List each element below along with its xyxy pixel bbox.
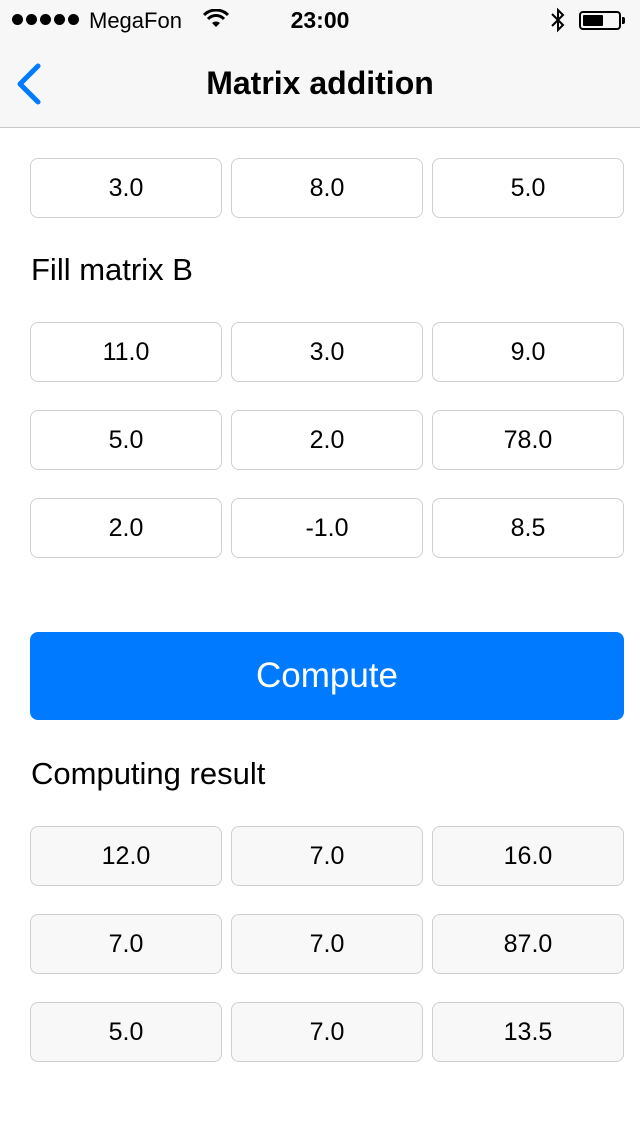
result-cell: 87.0 — [432, 914, 624, 974]
matrix-b-heading: Fill matrix B — [31, 252, 193, 287]
matrix-b-cell[interactable]: 2.0 — [231, 410, 423, 470]
result-cell: 13.5 — [432, 1002, 624, 1062]
status-bar: MegaFon 23:00 — [0, 0, 640, 40]
result-cell: 7.0 — [231, 1002, 423, 1062]
matrix-b-cell[interactable]: 2.0 — [30, 498, 222, 558]
matrix-b-cell[interactable]: 78.0 — [432, 410, 624, 470]
navigation-bar: Matrix addition — [0, 40, 640, 128]
result-cell: 5.0 — [30, 1002, 222, 1062]
result-cell: 7.0 — [231, 826, 423, 886]
matrix-a-cell[interactable]: 3.0 — [30, 158, 222, 218]
matrix-content[interactable]: 3.0 8.0 5.0 Fill matrix B 11.0 3.0 9.0 5… — [0, 129, 640, 1136]
result-cell: 12.0 — [30, 826, 222, 886]
matrix-b-cell[interactable]: 11.0 — [30, 322, 222, 382]
result-cell: 7.0 — [30, 914, 222, 974]
result-cell: 16.0 — [432, 826, 624, 886]
compute-button[interactable]: Compute — [30, 632, 624, 720]
matrix-a-cell[interactable]: 8.0 — [231, 158, 423, 218]
matrix-b-cell[interactable]: -1.0 — [231, 498, 423, 558]
matrix-b-cell[interactable]: 3.0 — [231, 322, 423, 382]
result-heading: Computing result — [31, 756, 266, 791]
bluetooth-icon — [550, 7, 566, 39]
status-time: 23:00 — [290, 7, 350, 33]
matrix-b-cell[interactable]: 9.0 — [432, 322, 624, 382]
matrix-b-cell[interactable]: 8.5 — [432, 498, 624, 558]
page-title: Matrix addition — [206, 65, 434, 101]
matrix-a-cell[interactable]: 5.0 — [432, 158, 624, 218]
result-cell: 7.0 — [231, 914, 423, 974]
battery-icon — [579, 11, 625, 30]
matrix-b-cell[interactable]: 5.0 — [30, 410, 222, 470]
